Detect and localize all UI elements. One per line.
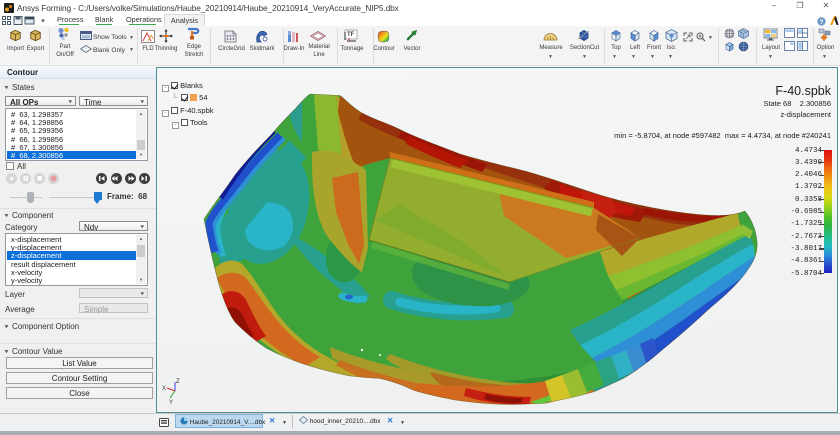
svg-text:Y: Y [169,400,173,405]
svg-text:X: X [162,386,166,392]
svg-text:Z: Z [176,379,180,385]
svg-text:?: ? [820,19,824,26]
svg-text:TF: TF [347,32,355,38]
